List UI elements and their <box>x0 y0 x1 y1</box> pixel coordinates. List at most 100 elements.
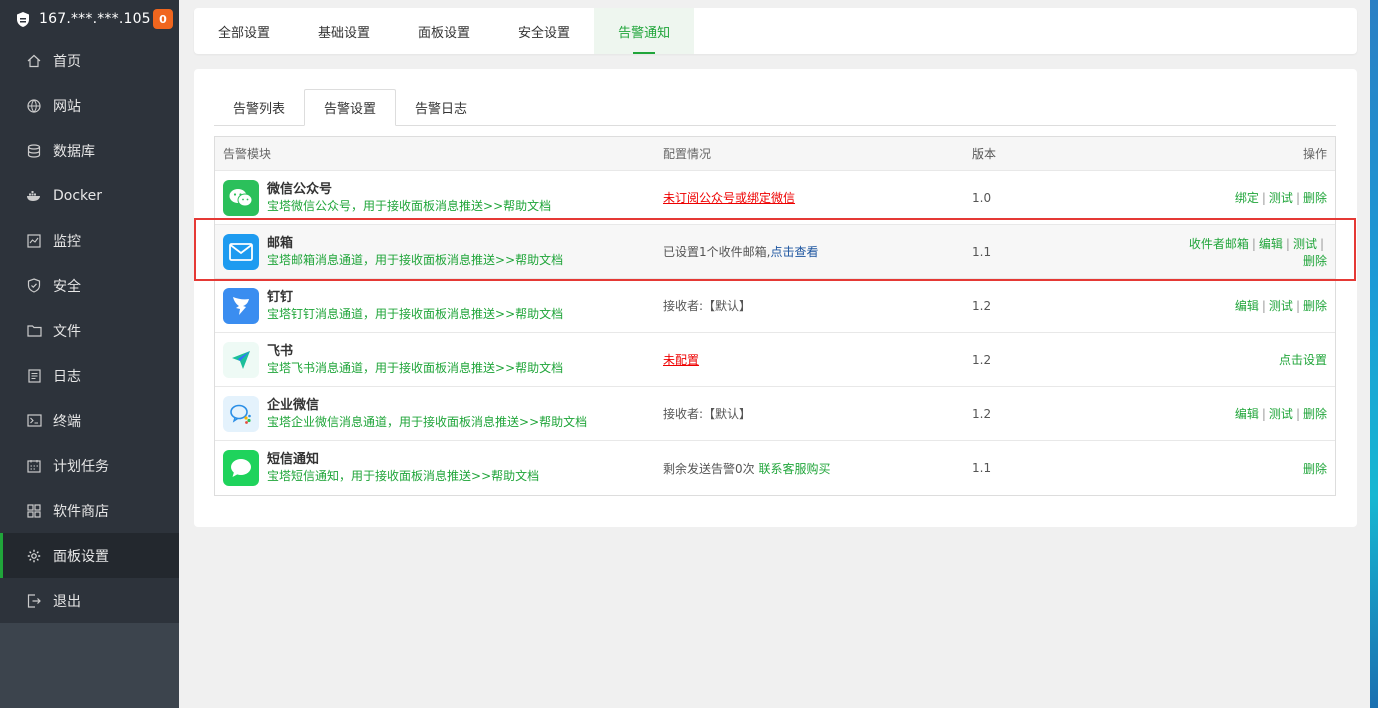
sidebar-item-store[interactable]: 软件商店 <box>0 488 179 533</box>
window-edge <box>1370 0 1378 708</box>
table-row: 短信通知 宝塔短信通知，用于接收面板消息推送>>帮助文档 剩余发送告警0次 联系… <box>215 441 1335 495</box>
server-ip: 167.***.***.105 <box>39 11 151 27</box>
shield-icon <box>26 278 42 294</box>
sidebar-item-label: 终端 <box>53 413 81 430</box>
tab-basic-settings[interactable]: 基础设置 <box>294 8 394 54</box>
sidebar-item-logout[interactable]: 退出 <box>0 578 179 623</box>
view-recipients-link[interactable]: 点击查看 <box>770 245 818 259</box>
sidebar-item-cron[interactable]: 计划任务 <box>0 443 179 488</box>
delete-button[interactable]: 删除 <box>1303 407 1327 421</box>
tab-alert-settings[interactable]: 告警设置 <box>304 89 397 126</box>
config-status-link[interactable]: 未订阅公众号或绑定微信 <box>663 191 795 205</box>
sms-icon <box>223 450 259 486</box>
configure-button[interactable]: 点击设置 <box>1279 353 1327 367</box>
bind-button[interactable]: 绑定 <box>1235 191 1259 205</box>
sidebar-item-monitor[interactable]: 监控 <box>0 218 179 263</box>
module-desc: 宝塔微信公众号，用于接收面板消息推送 <box>267 198 484 213</box>
feishu-icon <box>223 341 259 378</box>
contact-support-link[interactable]: 联系客服购买 <box>758 462 830 476</box>
alert-panel: 告警列表 告警设置 告警日志 告警模块 配置情况 版本 操作 微信公众号 宝塔微… <box>194 69 1357 527</box>
dingtalk-icon <box>223 287 259 324</box>
gear-icon <box>26 548 42 564</box>
sidebar-item-label: 退出 <box>53 593 81 610</box>
terminal-icon <box>26 413 42 429</box>
logout-icon <box>26 593 42 609</box>
sidebar-item-label: 首页 <box>53 53 81 70</box>
module-desc: 宝塔钉钉消息通道，用于接收面板消息推送 <box>267 306 496 321</box>
sidebar-item-label: 网站 <box>53 98 81 115</box>
test-button[interactable]: 测试 <box>1269 299 1293 313</box>
module-desc: 宝塔邮箱消息通道，用于接收面板消息推送 <box>267 252 496 267</box>
edit-button[interactable]: 编辑 <box>1235 407 1259 421</box>
sidebar-item-website[interactable]: 网站 <box>0 83 179 128</box>
sidebar-item-label: Docker <box>53 187 103 204</box>
docker-icon <box>26 188 42 204</box>
table-row: 飞书 宝塔飞书消息通道，用于接收面板消息推送>>帮助文档 未配置 1.2 点击设… <box>215 333 1335 387</box>
module-version: 1.2 <box>972 298 992 313</box>
test-button[interactable]: 测试 <box>1269 407 1293 421</box>
test-button[interactable]: 测试 <box>1269 191 1293 205</box>
module-desc: 宝塔企业微信消息通道，用于接收面板消息推送 <box>267 414 520 429</box>
server-header: 167.***.***.105 0 <box>0 0 179 38</box>
database-icon <box>26 143 42 159</box>
module-desc: 宝塔短信通知，用于接收面板消息推送 <box>267 469 472 483</box>
tab-all-settings[interactable]: 全部设置 <box>194 8 294 54</box>
wechat-icon <box>223 179 259 216</box>
sidebar-item-security[interactable]: 安全 <box>0 263 179 308</box>
help-doc-link[interactable]: >>帮助文档 <box>495 361 563 375</box>
sidebar-item-label: 数据库 <box>53 143 95 160</box>
sidebar-item-label: 监控 <box>53 233 81 250</box>
recipient-mailbox-button[interactable]: 收件者邮箱 <box>1189 237 1249 251</box>
sidebar-item-label: 软件商店 <box>53 503 109 520</box>
wecom-icon <box>223 395 259 432</box>
sidebar-item-files[interactable]: 文件 <box>0 308 179 353</box>
notification-badge[interactable]: 0 <box>153 9 173 29</box>
sidebar-item-label: 计划任务 <box>53 458 109 475</box>
module-version: 1.0 <box>972 190 992 205</box>
delete-button[interactable]: 删除 <box>1303 462 1327 476</box>
module-name: 邮箱 <box>267 235 294 251</box>
config-status-link[interactable]: 未配置 <box>663 353 699 367</box>
tab-alert-list[interactable]: 告警列表 <box>214 89 304 125</box>
sidebar-item-logs[interactable]: 日志 <box>0 353 179 398</box>
module-name: 短信通知 <box>267 452 320 467</box>
sidebar-item-label: 文件 <box>53 323 81 340</box>
help-doc-link[interactable]: >>帮助文档 <box>495 307 563 321</box>
sidebar-item-docker[interactable]: Docker <box>0 173 179 218</box>
edit-button[interactable]: 编辑 <box>1259 237 1283 251</box>
help-doc-link[interactable]: >>帮助文档 <box>483 199 551 213</box>
header-actions: 操作 <box>1302 147 1327 161</box>
sidebar-item-label: 安全 <box>53 278 81 295</box>
test-button[interactable]: 测试 <box>1293 237 1317 251</box>
tab-security-settings[interactable]: 安全设置 <box>494 8 594 54</box>
tab-alert-logs[interactable]: 告警日志 <box>396 89 486 125</box>
header-module: 告警模块 <box>223 147 272 161</box>
sidebar-item-terminal[interactable]: 终端 <box>0 398 179 443</box>
delete-button[interactable]: 删除 <box>1303 254 1327 268</box>
delete-button[interactable]: 删除 <box>1303 191 1327 205</box>
help-doc-link[interactable]: >>帮助文档 <box>519 415 587 429</box>
tab-alert-notification[interactable]: 告警通知 <box>594 8 695 54</box>
sidebar-item-database[interactable]: 数据库 <box>0 128 179 173</box>
help-doc-link[interactable]: >>帮助文档 <box>471 469 539 483</box>
tab-panel-settings[interactable]: 面板设置 <box>394 8 494 54</box>
sidebar-item-panel-settings[interactable]: 面板设置 <box>0 533 179 578</box>
module-name: 微信公众号 <box>267 181 333 197</box>
folder-icon <box>26 323 42 339</box>
sidebar-item-label: 面板设置 <box>53 548 109 565</box>
alert-sub-tabs: 告警列表 告警设置 告警日志 <box>214 89 1336 126</box>
settings-top-tabs: 全部设置 基础设置 面板设置 安全设置 告警通知 <box>194 8 1357 54</box>
server-shield-icon <box>14 10 32 28</box>
table-header: 告警模块 配置情况 版本 操作 <box>215 137 1335 171</box>
calendar-icon <box>26 458 42 474</box>
help-doc-link[interactable]: >>帮助文档 <box>495 253 563 267</box>
sidebar-item-home[interactable]: 首页 <box>0 38 179 83</box>
module-desc: 宝塔飞书消息通道，用于接收面板消息推送 <box>267 360 496 375</box>
edit-button[interactable]: 编辑 <box>1235 299 1259 313</box>
home-icon <box>26 53 42 69</box>
config-status-text: 接收者:【默认】 <box>663 299 752 313</box>
module-name: 钉钉 <box>267 289 294 305</box>
grid-icon <box>26 503 42 519</box>
delete-button[interactable]: 删除 <box>1303 299 1327 313</box>
header-version: 版本 <box>972 147 997 161</box>
